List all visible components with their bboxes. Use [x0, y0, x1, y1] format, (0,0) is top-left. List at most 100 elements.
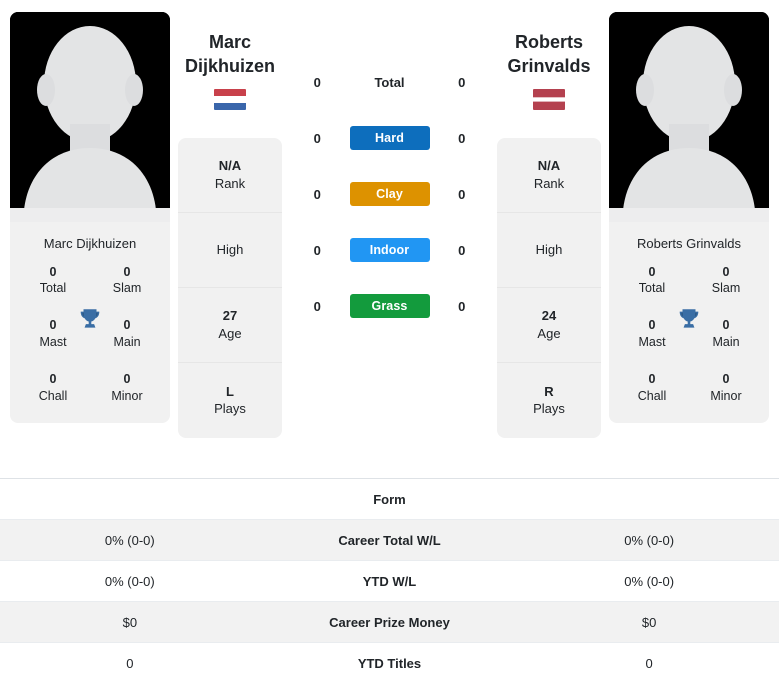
right-player-photo-card[interactable]: Roberts Grinvalds 0 Total 0 Slam 0 Mast … [609, 12, 769, 423]
left-titles-slam: 0 Slam [90, 264, 164, 298]
right-info-rank: N/A Rank [497, 138, 601, 213]
left-player-info-column: Marc Dijkhuizen N/A Rank High 27 Age L P… [170, 12, 290, 438]
left-info-rank-label: Rank [214, 175, 246, 191]
table-row: $0 Career Prize Money $0 [0, 601, 779, 643]
right-player-info-column: Roberts Grinvalds N/A Rank High 24 Age R… [489, 12, 609, 438]
surface-hard-badge[interactable]: Hard [349, 126, 430, 150]
surface-indoor-right-score: 0 [458, 242, 466, 258]
surface-indoor-badge[interactable]: Indoor [349, 238, 430, 262]
left-player-photo-card[interactable]: Marc Dijkhuizen 0 Total 0 Slam 0 Mast 0 … [10, 12, 170, 423]
right-player-name: Roberts Grinvalds [497, 12, 601, 79]
surface-clay-left-score: 0 [313, 186, 321, 202]
left-titles-main: 0 Main [90, 317, 164, 351]
surface-clay-badge[interactable]: Clay [349, 182, 430, 206]
left-titles-mast-label: Mast [39, 335, 67, 350]
right-info-rank-label: Rank [533, 175, 565, 191]
latvia-flag-icon [533, 88, 565, 110]
left-info-plays: L Plays [178, 363, 282, 438]
right-titles-total-label: Total [638, 281, 666, 296]
right-info-plays-value: R [544, 383, 554, 399]
surface-total-right-score: 0 [458, 74, 466, 90]
surface-row-clay: 0 Clay 0 [290, 182, 489, 206]
left-info-plays-value: L [226, 383, 234, 399]
left-player-titles-grid: 0 Total 0 Slam 0 Mast 0 Main 0 Chall 0 M… [10, 262, 170, 423]
right-player-photo [609, 12, 769, 222]
right-player-titles-grid: 0 Total 0 Slam 0 Mast 0 Main 0 Chall 0 M… [609, 262, 769, 423]
surface-clay-right-score: 0 [458, 186, 466, 202]
career-total-wl-right: 0% (0-0) [519, 519, 779, 561]
form-header-label: Form [259, 478, 520, 520]
right-player-name-line1: Roberts [514, 32, 583, 52]
comparison-top-section: Marc Dijkhuizen 0 Total 0 Slam 0 Mast 0 … [0, 0, 779, 478]
surface-hard-left-score: 0 [313, 130, 321, 146]
left-player-name-line2: Dijkhuizen [184, 56, 275, 77]
left-player-info-card: N/A Rank High 27 Age L Plays [178, 137, 282, 438]
surface-grass-right-score: 0 [458, 298, 466, 314]
right-info-high-label: High [535, 242, 563, 258]
right-titles-minor: 0 Minor [689, 371, 763, 405]
right-info-plays: R Plays [497, 363, 601, 438]
right-titles-main-label: Main [712, 335, 740, 350]
surface-total-label: Total [374, 74, 405, 90]
right-player-photo-caption: Roberts Grinvalds [636, 236, 742, 251]
left-titles-chall-value: 0 [49, 372, 57, 387]
surface-comparison-column: 0 Total 0 0 Hard 0 0 Clay 0 0 Indoor 0 0 [290, 12, 489, 318]
right-info-age-label: Age [537, 325, 561, 341]
surface-row-indoor: 0 Indoor 0 [290, 238, 489, 262]
right-titles-mast-value: 0 [648, 318, 656, 333]
right-info-age: 24 Age [497, 288, 601, 363]
right-titles-chall-value: 0 [648, 372, 656, 387]
right-titles-slam: 0 Slam [689, 264, 763, 298]
table-row: 0% (0-0) Career Total W/L 0% (0-0) [0, 519, 779, 561]
ytd-titles-left: 0 [0, 642, 260, 684]
left-titles-mast-value: 0 [49, 318, 57, 333]
right-titles-minor-label: Minor [710, 388, 742, 403]
right-info-plays-label: Plays [533, 401, 565, 417]
left-info-plays-label: Plays [214, 401, 246, 417]
surface-total-left-score: 0 [313, 74, 321, 90]
left-info-age: 27 Age [178, 288, 282, 363]
left-player-photo [10, 12, 170, 222]
player-comparison-page: Marc Dijkhuizen 0 Total 0 Slam 0 Mast 0 … [0, 0, 779, 699]
right-titles-chall: 0 Chall [615, 371, 689, 405]
left-player-name-line1: Marc [208, 32, 252, 52]
right-titles-slam-value: 0 [722, 264, 730, 279]
career-prize-money-right: $0 [519, 601, 779, 643]
left-info-age-value: 27 [222, 308, 238, 324]
surface-grass-badge[interactable]: Grass [349, 294, 430, 318]
right-titles-chall-label: Chall [637, 388, 667, 403]
career-prize-money-label: Career Prize Money [259, 601, 520, 643]
right-titles-mast: 0 Mast [615, 317, 689, 351]
surface-grass-left-score: 0 [313, 298, 321, 314]
right-info-rank-value: N/A [537, 158, 561, 174]
right-titles-main: 0 Main [689, 317, 763, 351]
ytd-wl-left: 0% (0-0) [0, 560, 260, 602]
surface-row-total: 0 Total 0 [290, 70, 489, 94]
career-total-wl-label: Career Total W/L [259, 519, 520, 561]
right-player-info-card: N/A Rank High 24 Age R Plays [497, 137, 601, 438]
netherlands-flag-icon [214, 88, 246, 110]
right-titles-slam-label: Slam [711, 281, 741, 296]
right-titles-mast-label: Mast [638, 335, 666, 350]
player-avatar-silhouette-icon [10, 12, 170, 222]
left-titles-slam-value: 0 [123, 264, 131, 279]
player-avatar-silhouette-icon [609, 12, 769, 222]
ytd-titles-label: YTD Titles [259, 642, 520, 684]
left-titles-chall: 0 Chall [16, 371, 90, 405]
left-info-rank-value: N/A [218, 158, 242, 174]
left-info-high: High [178, 213, 282, 288]
career-stats-table: Form 0% (0-0) Career Total W/L 0% (0-0) … [0, 478, 779, 684]
left-titles-chall-label: Chall [38, 388, 68, 403]
form-header-right-cell [519, 478, 779, 520]
table-row: 0 YTD Titles 0 [0, 642, 779, 684]
left-titles-main-label: Main [113, 335, 141, 350]
left-player-photo-caption: Marc Dijkhuizen [43, 236, 137, 251]
right-titles-total-value: 0 [648, 264, 656, 279]
right-info-high: High [497, 213, 601, 288]
right-info-age-value: 24 [541, 308, 557, 324]
form-header-left-cell [0, 478, 260, 520]
left-info-age-label: Age [218, 325, 242, 341]
left-titles-minor-value: 0 [123, 372, 131, 387]
left-titles-main-value: 0 [123, 318, 131, 333]
left-titles-total-label: Total [39, 281, 67, 296]
